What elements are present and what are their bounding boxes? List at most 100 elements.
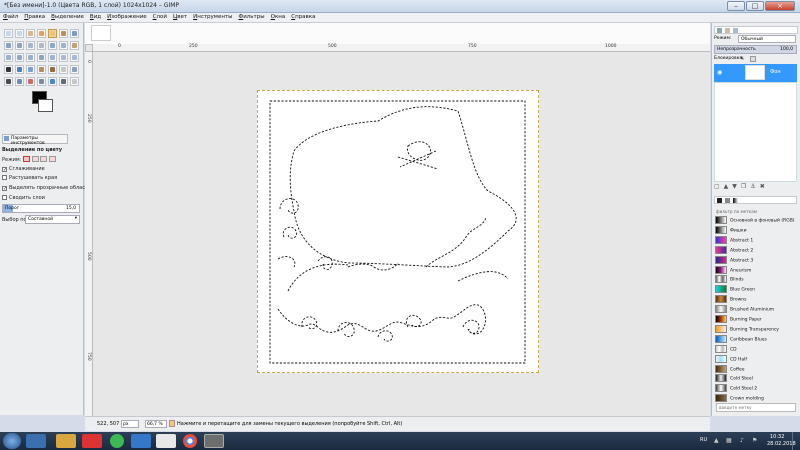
tool-scale-icon[interactable] [15,53,24,62]
gradient-list-item[interactable]: Blue Green [715,285,798,295]
tool-move-icon[interactable] [48,41,57,50]
tool-shear-icon[interactable] [26,53,35,62]
tool-scissors-icon[interactable] [59,29,68,38]
menu-tools[interactable]: Инструменты [190,13,235,20]
taskbar-app-chrome-icon[interactable] [183,434,197,448]
layer-mode-dropdown[interactable]: Обычный [738,35,796,43]
tool-crop-icon[interactable] [70,41,79,50]
tool-options-tab[interactable]: Параметры инструментов [2,134,68,146]
tool-rect-select-icon[interactable] [4,29,13,38]
sample-merged-row[interactable]: Сводить слои [2,195,45,201]
tool-flip-icon[interactable] [48,53,57,62]
mode-replace-icon[interactable] [22,156,30,162]
tool-select-by-color-icon[interactable] [48,29,57,38]
volume-icon[interactable]: ♪ [740,437,744,444]
menu-file[interactable]: Файл [0,13,21,20]
tool-perspective-icon[interactable] [37,53,46,62]
taskbar-app-yandex-icon[interactable] [156,434,176,448]
menu-image[interactable]: Изображение [104,13,150,20]
feather-row[interactable]: Растушевать края [2,175,57,181]
lock-pixels-icon[interactable]: ✎ [740,56,746,62]
tool-heal-icon[interactable] [26,77,35,86]
title-bar[interactable]: *[Без имени]-1.0 (Цвета RGB, 1 слой) 102… [0,0,800,13]
tool-zoom-icon[interactable] [26,41,35,50]
gradient-list-item[interactable]: Abstract 3 [715,255,798,266]
tool-paintbrush-icon[interactable] [48,65,57,74]
zoom-dropdown[interactable]: 66,7 % [145,420,167,428]
minimize-button[interactable]: – [727,1,745,11]
feather-checkbox[interactable] [2,175,7,180]
gradient-tab-icon[interactable] [733,198,738,203]
tool-align-icon[interactable] [59,41,68,50]
tool-fuzzy-select-icon[interactable] [37,29,46,38]
clock-time[interactable]: 10:32 [770,434,784,440]
tool-clone-icon[interactable] [15,77,24,86]
gradient-list-item[interactable]: CD Half [715,354,798,365]
tool-color-picker-icon[interactable] [15,41,24,50]
layers-tab-icon[interactable] [717,28,722,33]
unit-dropdown[interactable]: px [121,420,139,428]
tool-eraser-icon[interactable] [59,65,68,74]
select-by-dropdown[interactable]: px Составной ▾ [25,215,80,224]
gradient-list-item[interactable]: CD [715,344,798,355]
gradient-tag-input[interactable]: введите метку [716,403,796,412]
gradient-list-item[interactable]: Abstract 1 [715,235,798,246]
gradient-list-item[interactable]: Coffee [715,364,798,375]
tool-foreground-select-icon[interactable] [70,29,79,38]
lock-alpha-icon[interactable] [750,56,756,62]
threshold-slider[interactable]: Порог 15,0 [2,204,80,213]
background-color-swatch[interactable] [38,99,53,112]
tool-text-icon[interactable] [4,65,13,74]
antialias-row[interactable]: Сглаживание [2,166,45,172]
image-canvas[interactable] [257,90,539,373]
menu-windows[interactable]: Окна [268,13,289,20]
tool-blur-icon[interactable] [48,77,57,86]
taskbar-app-green-icon[interactable] [110,434,124,448]
flag-icon[interactable]: ⚑ [752,437,757,444]
layer-row-background[interactable]: ◉ Фон [714,64,797,82]
layers-list[interactable] [714,82,797,182]
menu-select[interactable]: Выделение [48,13,87,20]
taskbar-app-explorer-icon[interactable] [26,434,46,448]
start-button[interactable] [3,433,21,449]
gradient-list-item[interactable]: Основной в фоновый (RGB) [715,216,798,226]
brush-tab-icon[interactable] [717,198,722,203]
gradient-list-item[interactable]: Brushed Aluminium [715,305,798,315]
taskbar-app-word-icon[interactable] [131,434,151,448]
gradient-list-item[interactable]: Aneurism [715,265,798,276]
tray-expand-icon[interactable]: ▲ [714,437,719,444]
gradient-list-item[interactable]: Фишки [715,225,798,236]
menu-layer[interactable]: Слой [150,13,170,20]
select-transparent-checkbox[interactable] [2,186,7,191]
gradient-list-item[interactable]: Browns [715,295,798,305]
gradients-tabs[interactable] [714,196,797,204]
tool-bucket-fill-icon[interactable] [15,65,24,74]
tool-rotate-icon[interactable] [4,53,13,62]
tool-unified-transform-icon[interactable] [70,53,79,62]
tool-smudge-icon[interactable] [59,77,68,86]
horizontal-ruler[interactable]: 0 250 500 750 1000 [93,44,710,52]
mode-subtract-icon[interactable] [40,156,48,162]
mode-add-icon[interactable] [31,156,39,162]
maximize-button[interactable]: □ [746,1,764,11]
tool-measure-icon[interactable] [37,41,46,50]
transparent-row[interactable]: Выделять прозрачные области [2,185,91,191]
taskbar-app-gimp-icon[interactable] [204,434,224,448]
lower-layer-icon[interactable]: ▼ [732,183,741,190]
menu-help[interactable]: Справка [288,13,318,20]
taskbar-app-folder-icon[interactable] [56,434,76,448]
tool-cage-icon[interactable] [59,53,68,62]
dock-tabs[interactable] [714,26,798,34]
opacity-slider[interactable]: Непрозрачность 100,0 [714,45,797,54]
gradient-list-item[interactable]: Blinds [715,275,798,285]
network-icon[interactable]: ▦ [726,437,732,444]
taskbar-app-media-icon[interactable] [82,434,102,448]
gradient-list-item[interactable]: Caribbean Blues [715,334,798,345]
language-indicator[interactable]: RU [700,437,707,443]
tool-pencil-icon[interactable] [37,65,46,74]
new-layer-icon[interactable]: ▢ [714,183,724,190]
channels-tab-icon[interactable] [725,28,730,33]
eye-icon[interactable]: ◉ [717,69,722,76]
tool-dodge-icon[interactable] [70,77,79,86]
menu-colors[interactable]: Цвет [170,13,190,20]
